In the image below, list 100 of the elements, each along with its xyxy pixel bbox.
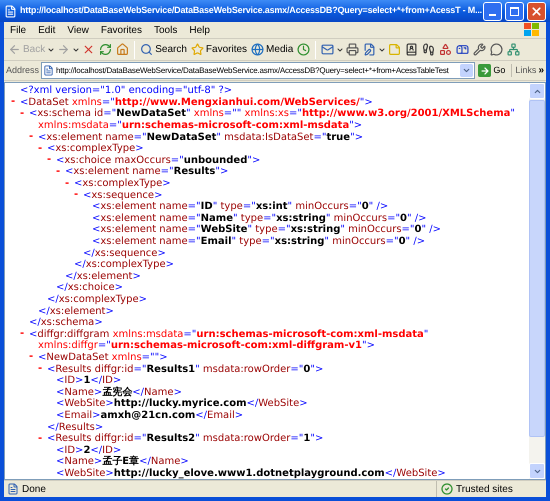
xml-line: <xs:element name="Name" type="xs:string" minOccurs="0" /> (92, 212, 427, 224)
collapse-toggle[interactable]: - (20, 108, 24, 119)
collapse-toggle[interactable]: - (56, 166, 60, 177)
clock-icon (297, 43, 310, 56)
menu-item[interactable]: Edit (32, 22, 62, 38)
xml-line: <Results diffgr:id="Results1" msdata:rowOrder="0"> (47, 364, 324, 375)
arrow-right-icon (478, 64, 492, 77)
xml-line: </xs:complexType> (47, 292, 147, 306)
four-color-flag-icon (524, 23, 540, 37)
xml-line: <xs:sequence> (83, 190, 162, 201)
links-label[interactable]: Links (511, 64, 536, 78)
menu-item[interactable]: File (4, 22, 32, 38)
maximize-button[interactable] (505, 2, 524, 20)
xml-line: <xs:schema id="NewDataSet" xmlns="" xmlns:xs="http://www.w3.org/2001/XMLSchema" (29, 108, 515, 120)
sticky-note-icon (388, 43, 402, 56)
menu-item[interactable]: View (61, 22, 95, 38)
xml-line: <xs:element name="NewDataSet" msdata:IsDataSet="true"> (38, 132, 364, 143)
xml-line: </Results> (47, 420, 104, 433)
xml-line: </xs:element> (65, 270, 141, 282)
close-icon (82, 43, 96, 56)
edit-page-icon (363, 43, 376, 56)
back-arrow-icon (8, 43, 21, 56)
collapse-toggle[interactable]: - (38, 144, 42, 154)
xml-line: <NewDataSet xmlns=""> (38, 352, 168, 363)
chat-bubble-icon (490, 43, 504, 56)
xml-line: <DataSet xmlns="http://www.Mengxianhui.com/WebServices/"> (20, 96, 373, 108)
dropdown-caret-icon[interactable] (378, 46, 386, 54)
more-links-button[interactable]: » (538, 63, 544, 78)
wrench-icon (473, 43, 486, 56)
mail-icon (321, 43, 334, 56)
collapse-toggle[interactable]: - (38, 434, 42, 444)
favorites-button[interactable]: Favorites (188, 40, 250, 60)
xml-line: <xs:element name="WebSite" type="xs:string" minOccurs="0" /> (92, 224, 442, 236)
page-icon (7, 483, 19, 495)
scroll-up-button[interactable] (529, 83, 545, 99)
xml-line: </xs:choice> (56, 281, 124, 294)
search-icon (140, 43, 154, 56)
xml-line: <Name>孟子E章</Name> (56, 456, 189, 468)
star-icon (190, 43, 204, 56)
security-zone-text: Trusted sites (456, 482, 513, 496)
xml-line: <Email>amxh@21cn.com</Email> (56, 410, 244, 421)
xml-line: </xs:element> (38, 304, 114, 317)
shapes-icon (439, 43, 452, 56)
dropdown-button[interactable] (460, 64, 474, 77)
printer-icon (346, 43, 360, 56)
caret-icon (462, 66, 472, 75)
xml-line: </xs:schema> (29, 316, 103, 329)
xml-line: </xs:complexType> (74, 258, 174, 271)
window-title: http://localhost/DataBaseWebService/DataBaseWebService.asmx/AccessDB?Query=select+*+from+AcessT - M... (20, 4, 480, 18)
collapse-toggle[interactable]: - (29, 132, 34, 142)
collapse-toggle[interactable]: - (74, 190, 78, 200)
collapse-toggle[interactable]: - (29, 352, 34, 362)
address-label: Address (6, 64, 40, 77)
menu-item[interactable]: Tools (148, 22, 184, 38)
dropdown-caret-icon[interactable] (336, 46, 344, 54)
xml-line: <?xml version="1.0" encoding="utf-8" ?> (20, 84, 232, 97)
collapse-toggle[interactable]: - (20, 329, 24, 340)
collapse-toggle[interactable]: - (65, 178, 70, 189)
collapse-toggle[interactable]: - (38, 364, 42, 374)
minimize-icon (489, 14, 496, 16)
footprints-icon (422, 43, 436, 56)
globe-icon (251, 43, 264, 56)
collapse-toggle[interactable]: - (11, 97, 16, 108)
mailbox-icon (456, 43, 470, 56)
xml-line: <xs:complexType> (74, 178, 171, 190)
refresh-icon (99, 43, 112, 56)
xml-line: <xs:element name="Results"> (65, 166, 228, 178)
xml-line: <xs:choice maxOccurs="unbounded"> (56, 154, 260, 166)
xml-line: <ID>2</ID> (56, 444, 122, 456)
home-icon (116, 43, 130, 56)
xml-line: <WebSite>http://lucky.myrice.com</WebSite> (56, 398, 308, 410)
contact-book-icon (405, 43, 418, 56)
network-icon (507, 43, 520, 56)
scroll-down-button[interactable] (529, 463, 545, 479)
xml-line: xmlns:msdata="urn:schemas-microsoft-com:xml-msdata"> (38, 120, 362, 132)
close-icon (530, 4, 543, 18)
xml-line: </xs:sequence> (83, 246, 166, 259)
xml-line: <ID>1</ID> (56, 375, 122, 386)
status-text: Done (22, 482, 47, 496)
collapse-toggle[interactable]: - (47, 155, 52, 166)
xml-line: xmlns:diffgr="urn:schemas-microsoft-com:xml-diffgram-v1"> (38, 340, 375, 352)
xml-line: <xs:complexType> (47, 143, 144, 154)
media-button[interactable]: Media (249, 40, 296, 60)
search-button[interactable]: Search (138, 40, 189, 60)
page-icon (43, 65, 54, 76)
xml-line: <xs:element name="Email" type="xs:string" minOccurs="0" /> (92, 236, 426, 248)
xml-line: <xs:element name="ID" type="xs:int" minOccurs="0" /> (92, 201, 388, 212)
close-button[interactable] (527, 2, 546, 20)
xml-line: <diffgr:diffgram xmlns:msdata="urn:schemas-microsoft-com:xml-msdata" (29, 328, 428, 340)
maximize-icon (510, 6, 519, 16)
page-icon (4, 4, 17, 18)
xml-line: <Results diffgr:id="Results2" msdata:rowOrder="1"> (47, 433, 324, 444)
menu-item[interactable]: Favorites (94, 22, 148, 38)
xml-line: <WebSite>http://lucky_elove.www1.dotnetplayground.com</WebSite> (56, 468, 446, 479)
menu-item[interactable]: Help (183, 22, 216, 38)
check-circle-icon (441, 483, 453, 495)
go-button[interactable]: Go (477, 64, 506, 78)
forward-arrow-icon (57, 43, 70, 56)
xml-line: <Name>孟宪会</Name> (56, 386, 182, 398)
minimize-button[interactable] (483, 2, 502, 20)
